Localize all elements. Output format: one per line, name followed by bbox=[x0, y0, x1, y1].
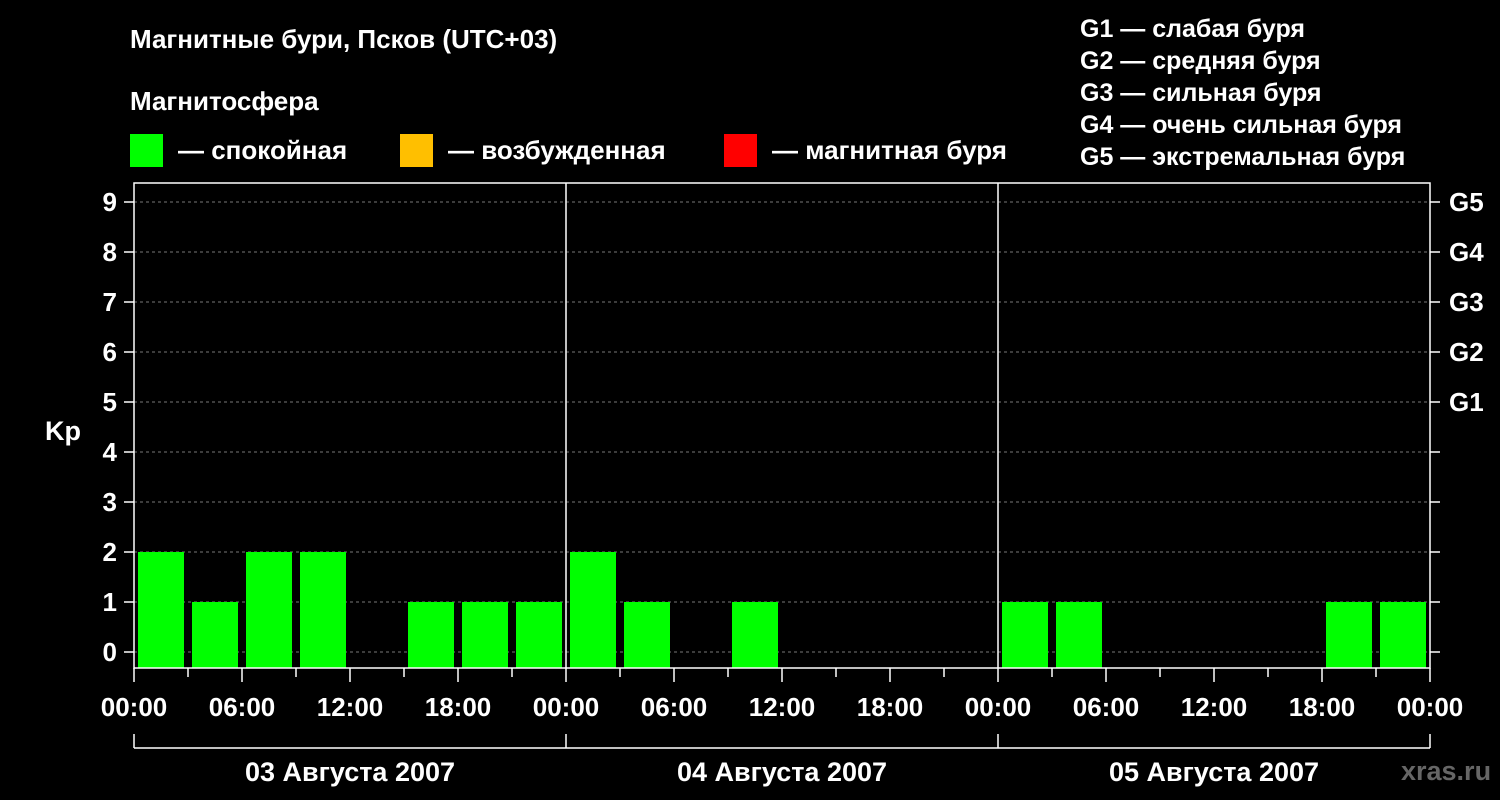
x-tick-label: 18:00 bbox=[1289, 692, 1356, 722]
kp-bar bbox=[246, 552, 292, 668]
kp-bar-chart: 0 1 2 3 4 5 6 7 8 9 G1 G2 G3 G4 G5 00:00 06:00 12:00 18:00… bbox=[45, 182, 1484, 787]
kp-bar bbox=[192, 602, 238, 668]
y-tick-label: 0 bbox=[103, 637, 117, 667]
g-level-label: G4 bbox=[1449, 237, 1484, 267]
day-label: 05 Августа 2007 bbox=[1109, 757, 1319, 787]
kp-bar bbox=[408, 602, 454, 668]
g-level-label: G1 bbox=[1449, 387, 1484, 417]
x-tick-label: 06:00 bbox=[1073, 692, 1140, 722]
g-level-label: G3 bbox=[1449, 287, 1484, 317]
kp-bar bbox=[1056, 602, 1102, 668]
x-tick-label: 00:00 bbox=[1397, 692, 1464, 722]
x-tick-label: 00:00 bbox=[533, 692, 600, 722]
y-tick-label: 6 bbox=[103, 337, 117, 367]
kp-bar bbox=[462, 602, 508, 668]
x-tick-label: 06:00 bbox=[641, 692, 708, 722]
y-tick-label: 3 bbox=[103, 487, 117, 517]
x-tick-label: 12:00 bbox=[1181, 692, 1248, 722]
x-tick-label: 12:00 bbox=[749, 692, 816, 722]
kp-bar bbox=[1002, 602, 1048, 668]
x-tick-label: 12:00 bbox=[317, 692, 384, 722]
kp-bar bbox=[1380, 602, 1426, 668]
kp-bar bbox=[1326, 602, 1372, 668]
x-tick-label: 18:00 bbox=[857, 692, 924, 722]
kp-bar bbox=[516, 602, 562, 668]
y-tick-label: 2 bbox=[103, 537, 117, 567]
x-tick-label: 00:00 bbox=[101, 692, 168, 722]
y-tick-label: 1 bbox=[103, 587, 117, 617]
y-tick-label: 5 bbox=[103, 387, 117, 417]
g-level-label: G2 bbox=[1449, 337, 1484, 367]
kp-bar bbox=[570, 552, 616, 668]
y-tick-label: 7 bbox=[103, 287, 117, 317]
kp-bar bbox=[300, 552, 346, 668]
day-label: 04 Августа 2007 bbox=[677, 757, 887, 787]
watermark: xras.ru bbox=[1401, 756, 1492, 786]
day-label: 03 Августа 2007 bbox=[245, 757, 455, 787]
bars bbox=[138, 552, 1426, 668]
kp-bar bbox=[732, 602, 778, 668]
x-tick-label: 18:00 bbox=[425, 692, 492, 722]
y-tick-label: 8 bbox=[103, 237, 117, 267]
y-tick-label: 4 bbox=[103, 437, 118, 467]
x-tick-label: 00:00 bbox=[965, 692, 1032, 722]
kp-bar bbox=[138, 552, 184, 668]
kp-bar bbox=[624, 602, 670, 668]
y-axis-label: Kp bbox=[45, 416, 81, 446]
axes: 0 1 2 3 4 5 6 7 8 9 G1 G2 G3 G4 G5 00:00 06:00 12:00 18:00… bbox=[101, 187, 1484, 787]
x-tick-label: 06:00 bbox=[209, 692, 276, 722]
g-level-label: G5 bbox=[1449, 187, 1484, 217]
y-tick-label: 9 bbox=[103, 187, 117, 217]
